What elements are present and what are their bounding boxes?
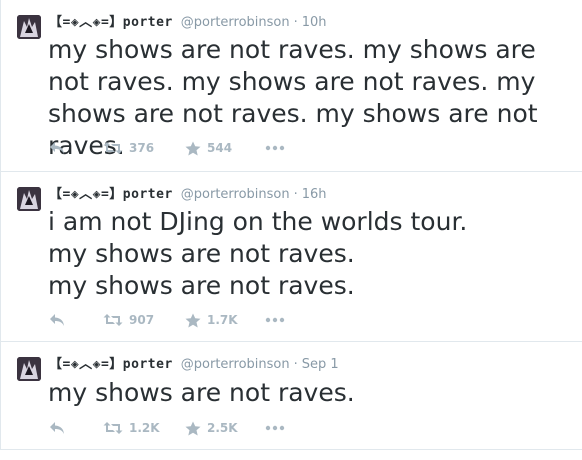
username[interactable]: @porterrobinson [181,187,290,202]
more-button[interactable] [265,145,285,151]
tweet-text: i am not DJing on the worlds tour. my sh… [48,207,468,300]
timestamp[interactable]: 10h [302,15,327,30]
tweet-actions: 907 1.7K [49,311,285,329]
separator-dot: · [293,15,298,30]
retweet-count: 376 [129,141,155,155]
more-icon [265,317,285,323]
favorite-count: 544 [207,141,233,155]
tweet[interactable]: 【=◈︿◈=】porter @porterrobinson · 16h i am… [0,172,582,342]
retweet-button[interactable]: 1.2K [103,421,185,435]
favorite-star-icon [185,313,201,327]
avatar[interactable] [17,357,41,381]
retweet-icon [103,314,123,326]
reply-button[interactable] [49,421,103,435]
reply-icon [50,422,64,434]
tweet-text: my shows are not raves. [48,378,355,407]
tweet-header: 【=◈︿◈=】porter @porterrobinson · Sep 1 [49,353,339,373]
retweet-button[interactable]: 907 [103,313,185,327]
display-name[interactable]: 【=◈︿◈=】porter [49,183,173,202]
favorite-count: 2.5K [207,421,238,435]
timestamp[interactable]: 16h [302,187,327,202]
avatar[interactable] [17,15,41,39]
tweet-timeline: 【=◈︿◈=】porter @porterrobinson · 10h my s… [0,0,582,460]
more-button[interactable] [265,425,285,431]
favorite-button[interactable]: 544 [185,141,265,156]
username[interactable]: @porterrobinson [181,15,290,30]
favorite-star-icon [185,421,201,435]
tweet-header: 【=◈︿◈=】porter @porterrobinson · 16h [49,183,327,203]
favorite-button[interactable]: 1.7K [185,313,265,328]
retweet-button[interactable]: 376 [103,141,185,155]
favorite-star-icon [185,141,201,155]
reply-button[interactable] [49,313,103,327]
more-icon [265,145,285,151]
retweet-count: 1.2K [129,421,160,435]
more-icon [265,425,285,431]
reply-icon [50,314,64,326]
favorite-button[interactable]: 2.5K [185,421,265,436]
more-button[interactable] [265,317,285,323]
retweet-icon [103,142,123,154]
retweet-icon [103,422,123,434]
tweet[interactable]: 【=◈︿◈=】porter @porterrobinson · Sep 1 my… [0,342,582,450]
tweet-actions: 376 544 [49,139,285,157]
display-name[interactable]: 【=◈︿◈=】porter [49,353,173,372]
avatar[interactable] [17,187,41,211]
separator-dot: · [293,187,298,202]
favorite-count: 1.7K [207,313,238,327]
retweet-count: 907 [129,313,155,327]
tweet-actions: 1.2K 2.5K [49,419,285,437]
username[interactable]: @porterrobinson [181,357,290,372]
reply-button[interactable] [49,141,103,155]
tweet-header: 【=◈︿◈=】porter @porterrobinson · 10h [49,11,327,31]
separator-dot: · [293,357,298,372]
reply-icon [50,142,64,154]
tweet[interactable]: 【=◈︿◈=】porter @porterrobinson · 10h my s… [0,0,582,172]
timestamp[interactable]: Sep 1 [302,357,339,372]
display-name[interactable]: 【=◈︿◈=】porter [49,11,173,30]
